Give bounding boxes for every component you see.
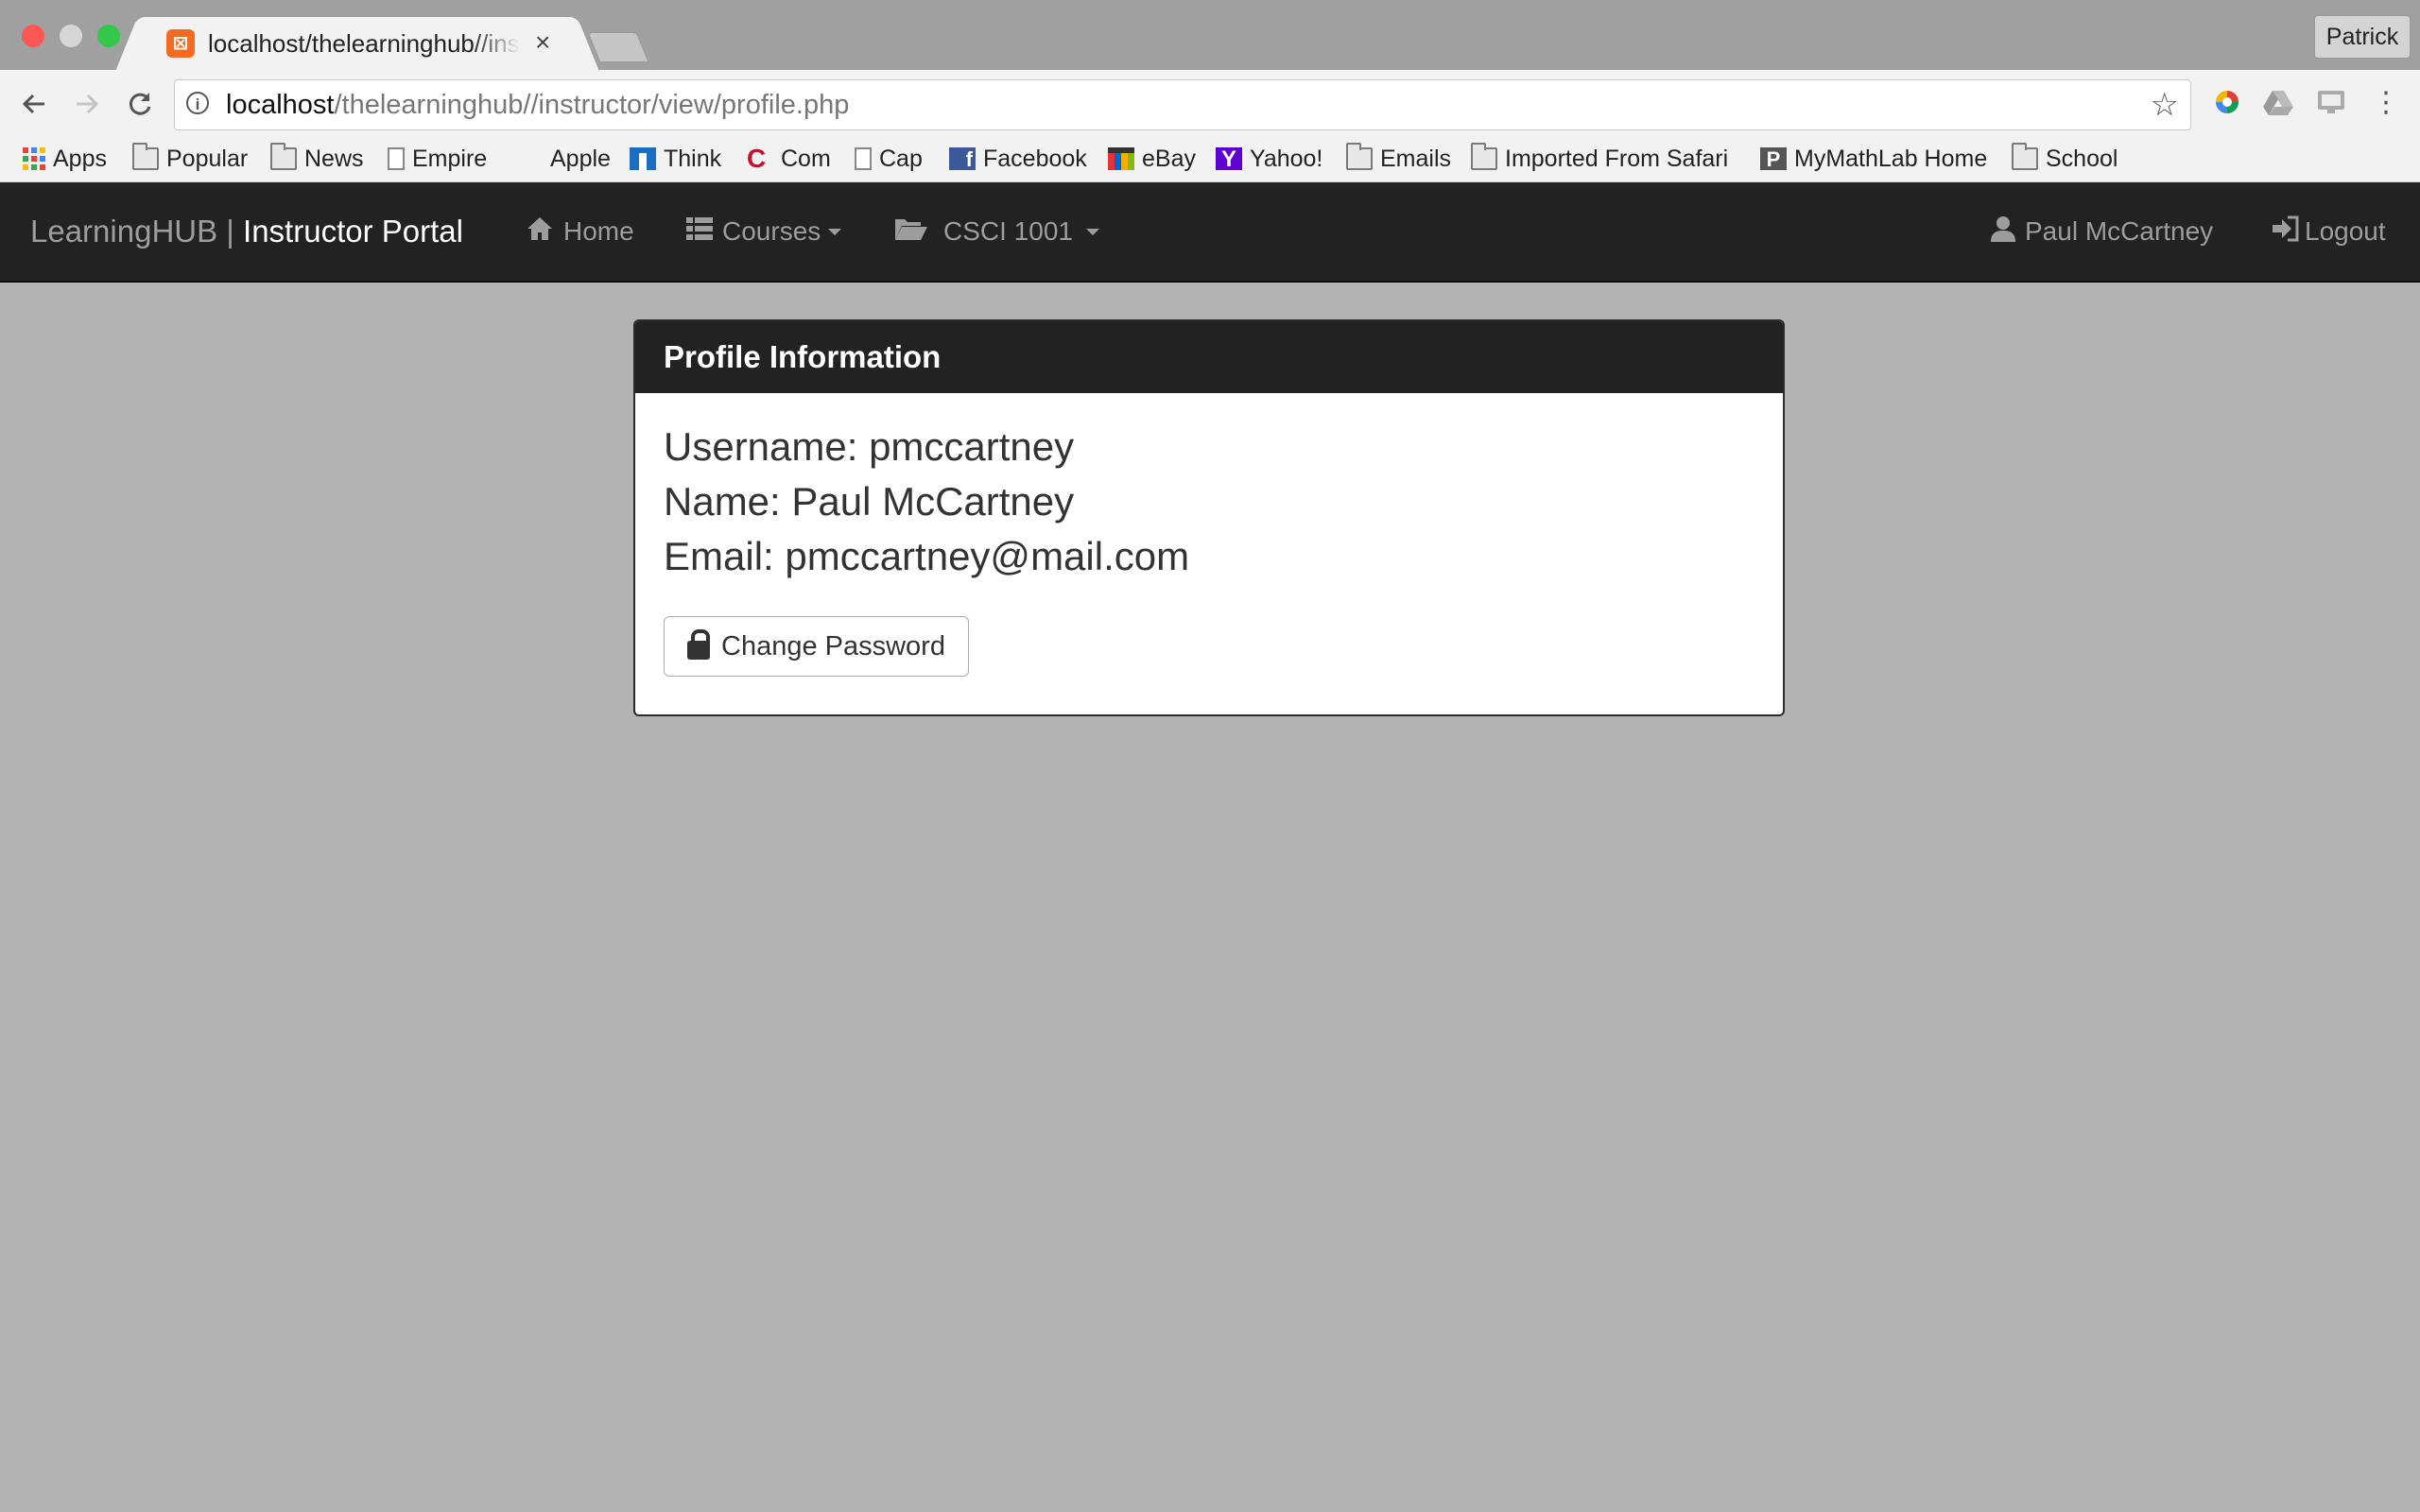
list-icon bbox=[686, 216, 713, 248]
bookmarks-bar: Apps Popular News Empire Apple Think C Co… bbox=[0, 136, 2420, 182]
bookmark-cap[interactable]: Cap bbox=[855, 142, 923, 176]
chrome-extension-colorful-icon[interactable] bbox=[2210, 85, 2244, 119]
bookmark-think[interactable]: Think bbox=[630, 142, 721, 176]
arrow-right-icon bbox=[77, 94, 99, 114]
bookmark-imported-from-safari[interactable]: Imported From Safari bbox=[1471, 142, 1728, 176]
facebook-icon: f bbox=[949, 147, 976, 171]
bookmark-yahoo[interactable]: Y Yahoo! bbox=[1216, 142, 1322, 176]
folder-icon bbox=[2012, 143, 2038, 170]
change-password-button[interactable]: Change Password bbox=[664, 616, 969, 677]
bookmark-facebook[interactable]: f Facebook bbox=[949, 142, 1087, 176]
cast-icon[interactable] bbox=[2314, 85, 2348, 119]
browser-toolbar: i localhost/thelearninghub//instructor/v… bbox=[0, 70, 2420, 136]
bookmark-mymathlab[interactable]: P MyMathLab Home bbox=[1760, 142, 1987, 176]
user-icon bbox=[1991, 215, 2015, 249]
new-tab-button[interactable] bbox=[587, 32, 649, 62]
bookmark-emails[interactable]: Emails bbox=[1346, 142, 1451, 176]
panel-body: Username: pmccartney Name: Paul McCartne… bbox=[635, 393, 1783, 703]
lock-icon bbox=[687, 629, 710, 660]
minimize-window-button[interactable] bbox=[60, 25, 82, 47]
nav-courses-dropdown[interactable]: Courses bbox=[686, 211, 842, 252]
browser-tab-strip: ⊠ localhost/thelearninghub//instructor/v… bbox=[0, 0, 2420, 70]
folder-open-icon bbox=[894, 215, 928, 249]
url-text[interactable]: localhost/thelearninghub//instructor/vie… bbox=[226, 88, 849, 122]
browser-tab-active[interactable]: ⊠ localhost/thelearninghub//instructor/v… bbox=[140, 17, 575, 70]
bookmark-apple[interactable]: Apple bbox=[516, 142, 611, 176]
com-icon: C bbox=[747, 144, 767, 173]
maximize-window-button[interactable] bbox=[97, 25, 120, 47]
home-icon bbox=[526, 215, 554, 249]
bookmark-star-icon[interactable]: ☆ bbox=[2151, 88, 2179, 122]
navbar-brand[interactable]: LearningHUB | Instructor Portal bbox=[30, 211, 463, 252]
forward-button[interactable] bbox=[66, 83, 108, 125]
page-icon bbox=[855, 147, 872, 170]
apple-icon bbox=[516, 147, 543, 170]
mymathlab-icon: P bbox=[1760, 147, 1787, 171]
folder-icon bbox=[132, 143, 159, 170]
caret-down-icon bbox=[828, 228, 842, 235]
bookmark-popular[interactable]: Popular bbox=[132, 142, 248, 176]
bookmark-com[interactable]: C Com bbox=[747, 142, 831, 176]
bookmark-apps[interactable]: Apps bbox=[23, 142, 107, 176]
nav-home[interactable]: Home bbox=[526, 211, 634, 252]
panel-title: Profile Information bbox=[635, 321, 1783, 393]
bookmark-news[interactable]: News bbox=[270, 142, 364, 176]
page-icon bbox=[388, 147, 405, 170]
google-drive-icon[interactable] bbox=[2261, 85, 2295, 119]
nav-user-profile[interactable]: Paul McCartney bbox=[1991, 211, 2213, 252]
back-button[interactable] bbox=[13, 83, 55, 125]
info-icon[interactable]: i bbox=[186, 92, 209, 114]
bookmark-ebay[interactable]: eBay bbox=[1108, 142, 1196, 176]
apps-grid-icon bbox=[23, 147, 45, 170]
folder-icon bbox=[270, 143, 297, 170]
arrow-left-icon bbox=[22, 94, 44, 114]
name-text: Name: Paul McCartney bbox=[664, 479, 1075, 524]
xampp-favicon-icon: ⊠ bbox=[166, 29, 195, 58]
ebay-icon bbox=[1108, 147, 1134, 170]
bookmark-school[interactable]: School bbox=[2012, 142, 2118, 176]
bookmark-empire[interactable]: Empire bbox=[388, 142, 487, 176]
app-navbar: LearningHUB | Instructor Portal Home Cou… bbox=[0, 182, 2420, 283]
chrome-menu-icon[interactable]: ⋮ bbox=[2369, 85, 2403, 119]
profile-button[interactable]: Patrick bbox=[2314, 15, 2411, 59]
close-window-button[interactable] bbox=[22, 25, 44, 47]
nav-course-dropdown[interactable]: CSCI 1001 bbox=[894, 211, 1099, 252]
tab-close-icon[interactable]: × bbox=[535, 26, 550, 59]
think-icon bbox=[630, 147, 656, 170]
email-text: Email: pmccartney@mail.com bbox=[664, 534, 1190, 578]
reload-button[interactable] bbox=[119, 83, 161, 125]
reload-icon bbox=[129, 93, 151, 115]
tab-title: localhost/thelearninghub//instructor/vie… bbox=[208, 29, 520, 58]
profile-panel: Profile Information Username: pmccartney… bbox=[633, 319, 1785, 716]
nav-logout[interactable]: Logout bbox=[2271, 211, 2386, 252]
caret-down-icon bbox=[1085, 228, 1099, 235]
yahoo-icon: Y bbox=[1216, 147, 1242, 172]
logout-icon bbox=[2271, 215, 2301, 249]
folder-icon bbox=[1471, 143, 1497, 170]
username-text: Username: pmccartney bbox=[664, 424, 1075, 469]
address-bar[interactable]: i localhost/thelearninghub//instructor/v… bbox=[174, 79, 2191, 130]
folder-icon bbox=[1346, 143, 1373, 170]
